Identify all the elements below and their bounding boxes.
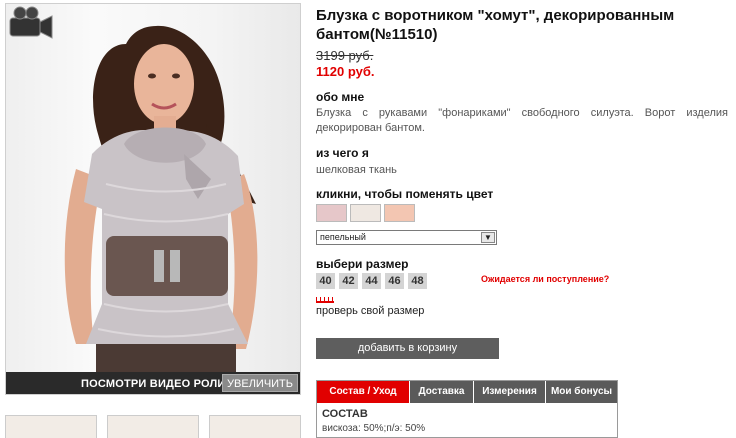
product-title: Блузка с воротником "хомут", декорирован…: [316, 7, 675, 43]
awaiting-stock-link[interactable]: Ожидается ли поступление?: [481, 274, 609, 284]
material-heading: из чего я: [316, 146, 369, 160]
tab-delivery[interactable]: Доставка: [410, 381, 474, 403]
about-text: Блузка с рукавами "фонариками" свободног…: [316, 107, 728, 134]
color-swatches: [316, 204, 415, 222]
color-select[interactable]: пепельный ▼: [316, 230, 497, 245]
about-heading: обо мне: [316, 90, 365, 104]
size-option[interactable]: 44: [362, 273, 381, 289]
tab-bonuses[interactable]: Мои бонусы: [546, 381, 617, 403]
size-option[interactable]: 48: [408, 273, 427, 289]
color-swatch[interactable]: [384, 204, 415, 222]
color-swatch[interactable]: [350, 204, 381, 222]
zoom-button[interactable]: УВЕЛИЧИТЬ: [222, 374, 298, 392]
add-to-cart-button[interactable]: добавить в корзину: [316, 338, 499, 359]
tab-content-text: вискоза: 50%;п/э: 50%: [322, 423, 426, 434]
tab-content-heading: СОСТАВ: [322, 408, 368, 420]
size-option[interactable]: 40: [316, 273, 335, 289]
sale-price: 1120 руб.: [316, 64, 375, 79]
material-text: шелковая ткань: [316, 164, 397, 176]
model-illustration: [64, 25, 258, 394]
color-select-value: пепельный: [320, 232, 366, 242]
thumbnail[interactable]: [5, 415, 97, 438]
product-photo[interactable]: ПОСМОТРИ ВИДЕО РОЛИК УВЕЛИЧИТЬ: [5, 3, 301, 395]
thumbnail-strip: [5, 415, 301, 438]
size-option[interactable]: 46: [385, 273, 404, 289]
info-tabs: Состав / Уход Доставка Измерения Мои бон…: [316, 380, 618, 438]
tab-composition[interactable]: Состав / Уход: [317, 381, 410, 403]
thumbnail[interactable]: [107, 415, 199, 438]
size-option[interactable]: 42: [339, 273, 358, 289]
video-link[interactable]: ПОСМОТРИ ВИДЕО РОЛИК: [81, 378, 232, 390]
thumbnail[interactable]: [209, 415, 301, 438]
color-heading: кликни, чтобы поменять цвет: [316, 187, 494, 201]
size-check-link[interactable]: проверь свой размер: [316, 305, 424, 317]
ruler-icon[interactable]: [316, 297, 334, 303]
size-heading: выбери размер: [316, 257, 409, 271]
tab-bar: Состав / Уход Доставка Измерения Мои бон…: [317, 381, 617, 403]
tab-measurements[interactable]: Измерения: [474, 381, 546, 403]
product-page: ПОСМОТРИ ВИДЕО РОЛИК УВЕЛИЧИТЬ Блузка с …: [0, 0, 736, 438]
chevron-down-icon[interactable]: ▼: [481, 232, 495, 243]
size-options: 40 42 44 46 48: [316, 273, 427, 289]
color-swatch[interactable]: [316, 204, 347, 222]
old-price: 3199 руб.: [316, 48, 374, 63]
video-camera-icon[interactable]: [6, 4, 54, 42]
